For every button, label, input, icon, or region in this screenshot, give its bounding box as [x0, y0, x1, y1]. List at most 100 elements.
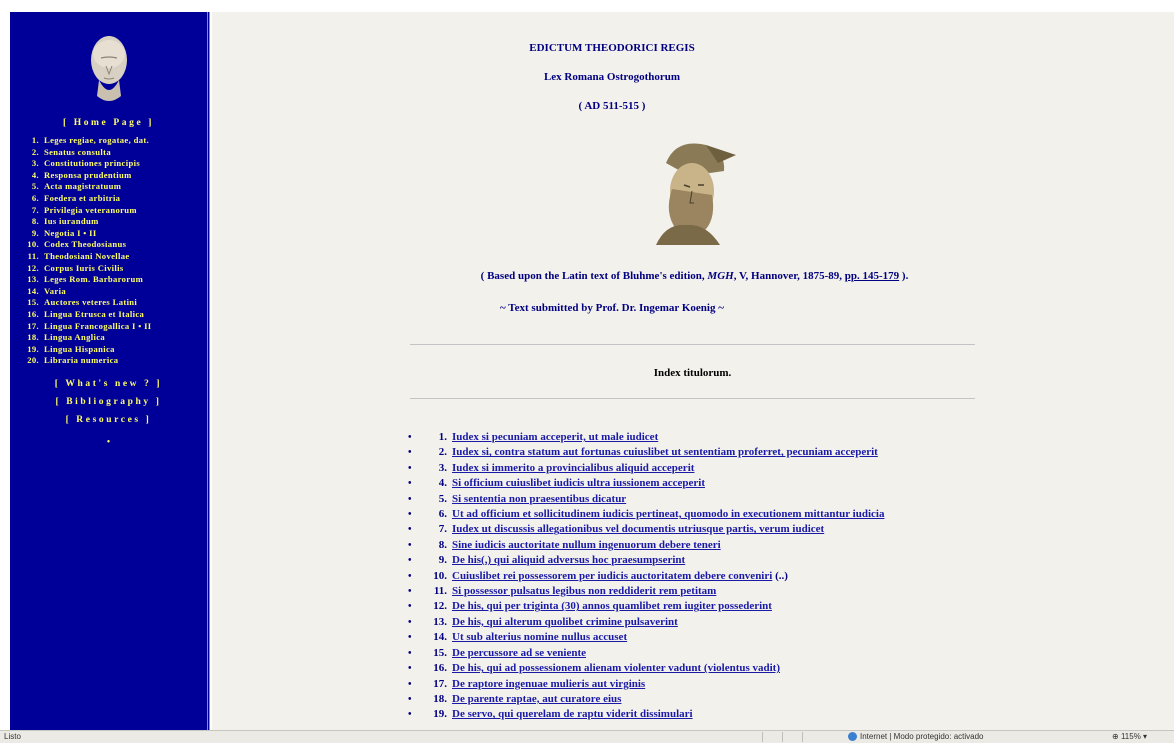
toc-item-number: 10. — [433, 569, 447, 582]
sidebar-nav-item[interactable]: 6. Foedera et arbitria — [20, 193, 207, 205]
security-zone-text: Internet | Modo protegido: activado — [860, 732, 984, 741]
toc-item-link[interactable]: De raptore ingenuae mulieris aut virgini… — [452, 678, 645, 690]
sidebar-item-label: Privilegia veteranorum — [44, 204, 137, 215]
toc-item-number: 17. — [433, 677, 447, 690]
sidebar-nav-item[interactable]: 2. Senatus consulta — [20, 147, 207, 159]
sidebar-nav-item[interactable]: 1. Leges regiae, rogatae, dat. — [20, 135, 207, 147]
toc-item-number: 19. — [433, 708, 447, 721]
sidebar-nav-item[interactable]: 4. Responsa prudentium — [20, 170, 207, 182]
sidebar-nav-item[interactable]: 12. Corpus Iuris Civilis — [20, 263, 207, 275]
source-note-pre: ( Based upon the Latin text of Bluhme's … — [480, 270, 708, 282]
sidebar-item-label: Auctores veteres Latini — [44, 297, 138, 308]
toc-item-link[interactable]: Si possessor pulsatus legibus non reddid… — [452, 585, 716, 597]
zoom-control[interactable]: ⊕ 115% ▾ — [1112, 732, 1147, 741]
bullet-icon: • — [408, 632, 412, 644]
mgh-abbrev: MGH — [707, 270, 734, 282]
toc-item-link[interactable]: Si officium cuiuslibet iudicis ultra ius… — [452, 477, 705, 489]
sidebar-item-number: 17. — [27, 320, 39, 331]
toc-item-link[interactable]: De parente raptae, aut curatore eius — [452, 693, 621, 705]
sidebar-item-number: 8. — [31, 216, 39, 227]
sidebar-nav-item[interactable]: 20. Libraria numerica — [20, 355, 207, 367]
sidebar-item-number: 19. — [27, 343, 39, 354]
toc-item-link[interactable]: Ut sub alterius nomine nullus accuset — [452, 631, 627, 643]
toc-item-number: 4. — [438, 477, 447, 490]
whats-new-link[interactable]: [ What's new ? ] — [10, 375, 207, 393]
bibliography-link[interactable]: [ Bibliography ] — [10, 393, 207, 411]
toc-item: • 17. De raptore ingenuae mulieris aut vir… — [408, 677, 884, 692]
sidebar-nav-item[interactable]: 3. Constitutiones principis — [20, 158, 207, 170]
toc-item-link[interactable]: De percussore ad se veniente — [452, 647, 586, 659]
sidebar-item-label: Leges regiae, rogatae, dat. — [44, 135, 150, 145]
sidebar-nav-item[interactable]: 11. Theodosiani Novellae — [20, 251, 207, 263]
toc-item-number: 18. — [433, 692, 447, 705]
status-bar: Listo Internet | Modo protegido: activad… — [0, 730, 1174, 743]
toc-item-number: 8. — [438, 538, 447, 551]
toc-item: • 7. Iudex ut discussis allegationibus vel… — [408, 522, 884, 537]
sidebar-item-number: 6. — [31, 192, 39, 203]
bullet-icon: • — [408, 462, 412, 474]
source-note-mid: , V, Hannover, 1875-89, — [733, 270, 845, 282]
toc-item-number: 14. — [433, 631, 447, 644]
sidebar-nav-item[interactable]: 10. Codex Theodosianus — [20, 239, 207, 251]
toc-item-number: 12. — [433, 600, 447, 613]
sidebar-nav-item[interactable]: 19. Lingua Hispanica — [20, 344, 207, 356]
toc-item-link[interactable]: De servo, qui querelam de raptu viderit … — [452, 708, 693, 720]
divider-bottom — [410, 398, 975, 399]
page-subtitle: Lex Romana Ostrogothorum — [543, 71, 681, 83]
sidebar-item-number: 3. — [31, 158, 39, 169]
pages-link[interactable]: pp. 145-179 — [845, 270, 899, 282]
sidebar-nav-item[interactable]: 8. Ius iurandum — [20, 216, 207, 228]
sidebar-nav-item[interactable]: 16. Lingua Etrusca et Italica — [20, 309, 207, 321]
sidebar-nav-item[interactable]: 18. Lingua Anglica — [20, 332, 207, 344]
sidebar-nav-item[interactable]: 17. Lingua Francogallica I • II — [20, 321, 207, 333]
security-zone[interactable]: Internet | Modo protegido: activado — [848, 732, 984, 742]
home-page-link[interactable]: [ Home Page ] — [10, 118, 207, 128]
toc-item-link[interactable]: Iudex si immerito a provincialibus aliqu… — [452, 462, 694, 474]
toc-item-number: 1. — [438, 431, 447, 443]
sidebar-item-label: Responsa prudentium — [44, 169, 132, 180]
sidebar-nav-item[interactable]: 15. Auctores veteres Latini — [20, 297, 207, 309]
toc-item-link[interactable]: De his, qui alterum quolibet crimine pul… — [452, 616, 678, 628]
sidebar-nav-item[interactable]: 5. Acta magistratuum — [20, 181, 207, 193]
toc-item: • 2. Iudex si, contra statum aut fortunas … — [408, 445, 884, 460]
sidebar-item-label: Leges Rom. Barbarorum — [44, 274, 144, 285]
toc-item-link[interactable]: Iudex si pecuniam acceperit, ut male iud… — [452, 431, 658, 443]
resources-link[interactable]: [ Resources ] — [10, 411, 207, 429]
bullet-icon: • — [408, 447, 412, 459]
sidebar-item-label: Lingua Etrusca et Italica — [44, 308, 145, 319]
sidebar-nav-item[interactable]: 9. Negotia I • II — [20, 228, 207, 240]
sidebar-item-label: Lingua Anglica — [44, 332, 106, 343]
toc-item-link[interactable]: De his(,) qui aliquid adversus hoc praes… — [452, 554, 685, 566]
bullet-dot: • — [106, 436, 111, 448]
submitted-by: ~ Text submitted by Prof. Dr. Ingemar Ko… — [500, 302, 724, 314]
toc-item: • 1. Iudex si pecuniam acceperit, ut male … — [408, 430, 884, 445]
toc-item-link[interactable]: Cuiuslibet rei possessorem per iudicis a… — [452, 570, 772, 582]
toc-item: • 8. Sine iudicis auctoritate nullum ingen… — [408, 538, 884, 553]
toc-item-link[interactable]: De his, qui per triginta (30) annos quam… — [452, 600, 772, 612]
toc-item-link[interactable]: Iudex ut discussis allegationibus vel do… — [452, 523, 824, 535]
toc-item: • 6. Ut ad officium et sollicitudinem iudi… — [408, 507, 884, 522]
sidebar-nav-item[interactable]: 13. Leges Rom. Barbarorum — [20, 274, 207, 286]
index-heading: Index titulorum. — [653, 367, 732, 379]
sidebar-nav-list: 1. Leges regiae, rogatae, dat. 2. Senatus c… — [10, 135, 207, 367]
toc-item-number: 15. — [433, 646, 447, 659]
sidebar-item-label: Corpus Iuris Civilis — [44, 262, 124, 273]
title-index-list: • 1. Iudex si pecuniam acceperit, ut male … — [408, 430, 884, 723]
bullet-icon: • — [408, 524, 412, 536]
sidebar-nav-item[interactable]: 14. Varia — [20, 286, 207, 298]
toc-item-link[interactable]: Sine iudicis auctoritate nullum ingenuor… — [452, 539, 721, 551]
toc-item: • 5. Si sententia non praesentibus dicatur — [408, 492, 884, 507]
toc-item-link[interactable]: Ut ad officium et sollicitudinem iudicis… — [452, 508, 884, 520]
toc-item-link[interactable]: Iudex si, contra statum aut fortunas cui… — [452, 446, 878, 458]
toc-item-link[interactable]: De his, qui ad possessionem alienam viol… — [452, 662, 780, 674]
sidebar-item-number: 5. — [31, 181, 39, 192]
status-separator — [782, 732, 783, 742]
toc-item: • 3. Iudex si immerito a provincialibus al… — [408, 461, 884, 476]
toc-item: • 14. Ut sub alterius nomine nullus accuse… — [408, 630, 884, 645]
toc-item: • 18. De parente raptae, aut curatore eius — [408, 692, 884, 707]
sidebar-nav-item[interactable]: 7. Privilegia veteranorum — [20, 205, 207, 217]
toc-item: • 19. De servo, qui querelam de raptu vide… — [408, 707, 884, 722]
toc-item-suffix: (..) — [772, 569, 788, 582]
sidebar-item-label: Acta magistratuum — [44, 181, 122, 192]
toc-item-link[interactable]: Si sententia non praesentibus dicatur — [452, 493, 626, 505]
